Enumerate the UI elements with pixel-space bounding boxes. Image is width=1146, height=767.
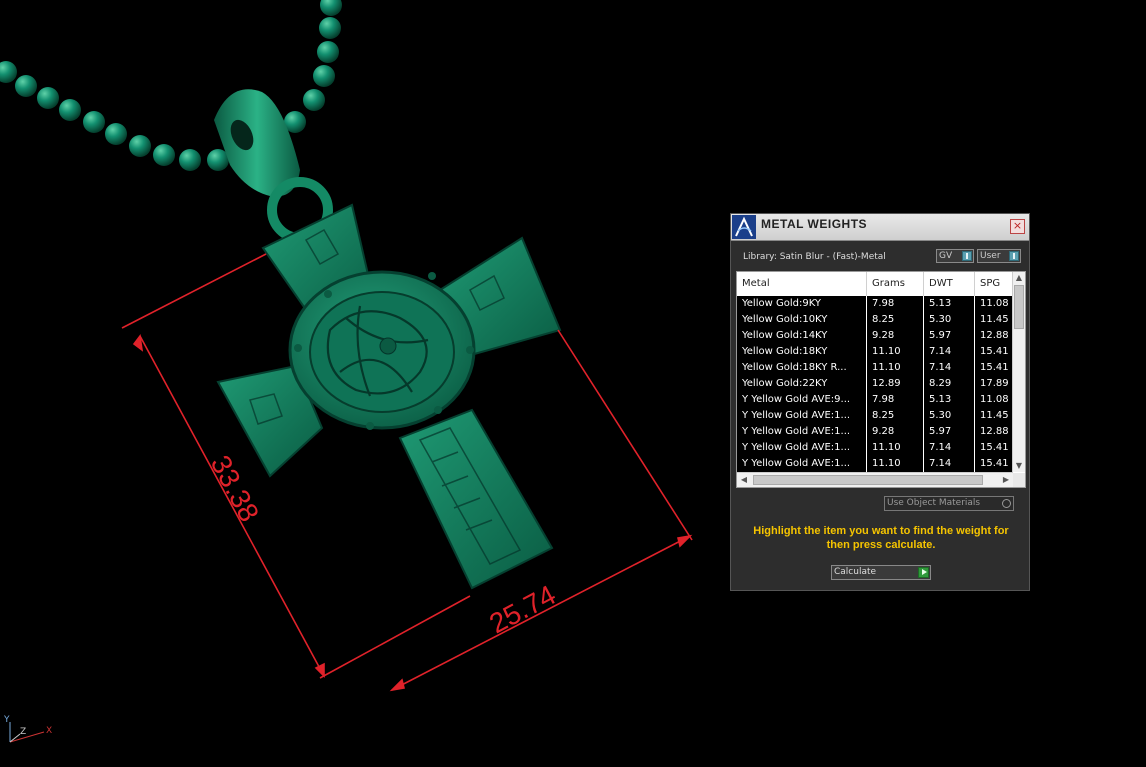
- cell-grams: 7.98: [867, 296, 924, 312]
- metal-table[interactable]: Metal Grams DWT SPG Yellow Gold:9KY 7.98 5…: [736, 271, 1026, 488]
- cell-dwt: 7.14: [924, 344, 975, 360]
- cell-dwt: 7.14: [924, 456, 975, 472]
- table-row[interactable]: Yellow Gold:9KY 7.98 5.13 11.08: [737, 296, 1013, 313]
- column-header-grams[interactable]: Grams: [867, 272, 924, 296]
- user-toggle-label: User: [980, 251, 1001, 261]
- cell-dwt: 7.14: [924, 360, 975, 376]
- table-header: Metal Grams DWT SPG: [737, 272, 1025, 297]
- metal-weights-dialog: METAL WEIGHTS × Library: Satin Blur - (F…: [730, 213, 1030, 591]
- scroll-down-icon[interactable]: ▼: [1013, 460, 1025, 472]
- column-header-dwt[interactable]: DWT: [924, 272, 975, 296]
- axis-y-label: Y: [3, 715, 10, 725]
- scroll-up-icon[interactable]: ▲: [1013, 272, 1025, 284]
- dialog-titlebar[interactable]: METAL WEIGHTS ×: [731, 214, 1029, 241]
- cell-metal: Y Yellow Gold AVE:9...: [737, 392, 867, 408]
- vertical-scrollbar[interactable]: ▲ ▼: [1012, 272, 1025, 472]
- cell-metal: Yellow Gold:10KY: [737, 312, 867, 328]
- user-toggle[interactable]: User: [977, 249, 1021, 263]
- cell-dwt: 5.30: [924, 312, 975, 328]
- calculate-button[interactable]: Calculate: [831, 565, 931, 580]
- table-body: Yellow Gold:9KY 7.98 5.13 11.08 Yellow Gold:…: [737, 296, 1013, 472]
- toggle-knob-icon: [1009, 251, 1019, 261]
- calculate-label: Calculate: [834, 567, 877, 577]
- table-row[interactable]: Yellow Gold:10KY 8.25 5.30 11.45: [737, 312, 1013, 329]
- gv-toggle-label: GV: [939, 251, 953, 261]
- cell-metal: Yellow Gold:22KY: [737, 376, 867, 392]
- table-row[interactable]: Y Yellow Gold AVE:1... 9.28 5.97 12.88: [737, 424, 1013, 441]
- cell-spg: 17.89: [975, 376, 1013, 392]
- cell-dwt: 7.14: [924, 440, 975, 456]
- dimension-height-label: 33.38: [205, 450, 265, 526]
- table-row[interactable]: Yellow Gold:18KY R... 11.10 7.14 15.41: [737, 360, 1013, 377]
- cell-spg: 12.88: [975, 424, 1013, 440]
- scroll-corner: [1013, 473, 1025, 487]
- cell-spg: 11.45: [975, 312, 1013, 328]
- cell-dwt: 5.97: [924, 328, 975, 344]
- cell-dwt: 5.97: [924, 424, 975, 440]
- cell-spg: 12.88: [975, 328, 1013, 344]
- cell-grams: 11.10: [867, 456, 924, 472]
- table-row[interactable]: Y Yellow Gold AVE:9... 7.98 5.13 11.08: [737, 392, 1013, 409]
- table-row[interactable]: Yellow Gold:18KY 11.10 7.14 15.41: [737, 344, 1013, 361]
- cell-metal: Yellow Gold:18KY: [737, 344, 867, 360]
- cell-grams: 9.28: [867, 328, 924, 344]
- cell-dwt: 5.13: [924, 392, 975, 408]
- cell-metal: Yellow Gold:9KY: [737, 296, 867, 312]
- close-icon: ×: [1012, 219, 1023, 232]
- cell-dwt: 5.13: [924, 296, 975, 312]
- horizontal-scrollbar[interactable]: ◀ ▶: [737, 472, 1013, 487]
- use-object-materials-label: Use Object Materials: [887, 498, 981, 508]
- table-row[interactable]: Y Yellow Gold AVE:1... 11.10 7.14 15.41: [737, 456, 1013, 472]
- cell-grams: 11.10: [867, 360, 924, 376]
- hscroll-thumb[interactable]: [753, 475, 983, 485]
- play-arrow-icon: [918, 567, 929, 578]
- cell-spg: 15.41: [975, 360, 1013, 376]
- axis-x-label: X: [46, 726, 52, 736]
- cell-grams: 11.10: [867, 440, 924, 456]
- scroll-right-icon[interactable]: ▶: [999, 473, 1013, 487]
- cell-metal: Y Yellow Gold AVE:1...: [737, 440, 867, 456]
- table-row[interactable]: Y Yellow Gold AVE:1... 8.25 5.30 11.45: [737, 408, 1013, 425]
- table-row[interactable]: Yellow Gold:22KY 12.89 8.29 17.89: [737, 376, 1013, 393]
- instruction-text: Highlight the item you want to find the …: [753, 525, 1009, 551]
- cell-grams: 8.25: [867, 312, 924, 328]
- table-row[interactable]: Yellow Gold:14KY 9.28 5.97 12.88: [737, 328, 1013, 345]
- app-logo-icon: [732, 215, 756, 239]
- radio-icon: [1002, 499, 1011, 508]
- cell-spg: 11.08: [975, 392, 1013, 408]
- cell-metal: Y Yellow Gold AVE:1...: [737, 424, 867, 440]
- cell-grams: 11.10: [867, 344, 924, 360]
- scroll-thumb[interactable]: [1014, 285, 1024, 329]
- cell-grams: 12.89: [867, 376, 924, 392]
- cell-grams: 8.25: [867, 408, 924, 424]
- cell-metal: Yellow Gold:18KY R...: [737, 360, 867, 376]
- pendant-bail: [214, 89, 333, 243]
- cell-dwt: 5.30: [924, 408, 975, 424]
- column-header-metal[interactable]: Metal: [737, 272, 867, 296]
- scroll-left-icon[interactable]: ◀: [737, 473, 751, 487]
- close-button[interactable]: ×: [1010, 219, 1025, 234]
- axis-triad: Y Z X: [3, 715, 52, 743]
- cell-spg: 15.41: [975, 456, 1013, 472]
- cell-grams: 7.98: [867, 392, 924, 408]
- cell-spg: 11.45: [975, 408, 1013, 424]
- cell-spg: 11.08: [975, 296, 1013, 312]
- cell-metal: Y Yellow Gold AVE:1...: [737, 408, 867, 424]
- dialog-title: METAL WEIGHTS: [761, 217, 868, 231]
- dimension-width-label: 25.74: [484, 579, 560, 639]
- cell-spg: 15.41: [975, 344, 1013, 360]
- cell-spg: 15.41: [975, 440, 1013, 456]
- cell-dwt: 8.29: [924, 376, 975, 392]
- axis-z-label: Z: [20, 727, 26, 737]
- cell-metal: Y Yellow Gold AVE:1...: [737, 456, 867, 472]
- cell-grams: 9.28: [867, 424, 924, 440]
- use-object-materials-toggle[interactable]: Use Object Materials: [884, 496, 1014, 511]
- gv-toggle[interactable]: GV: [936, 249, 974, 263]
- table-row[interactable]: Y Yellow Gold AVE:1... 11.10 7.14 15.41: [737, 440, 1013, 457]
- toggle-knob-icon: [962, 251, 972, 261]
- cell-metal: Yellow Gold:14KY: [737, 328, 867, 344]
- celtic-cross: [216, 203, 562, 590]
- library-label: Library: Satin Blur - (Fast)-Metal: [743, 252, 886, 262]
